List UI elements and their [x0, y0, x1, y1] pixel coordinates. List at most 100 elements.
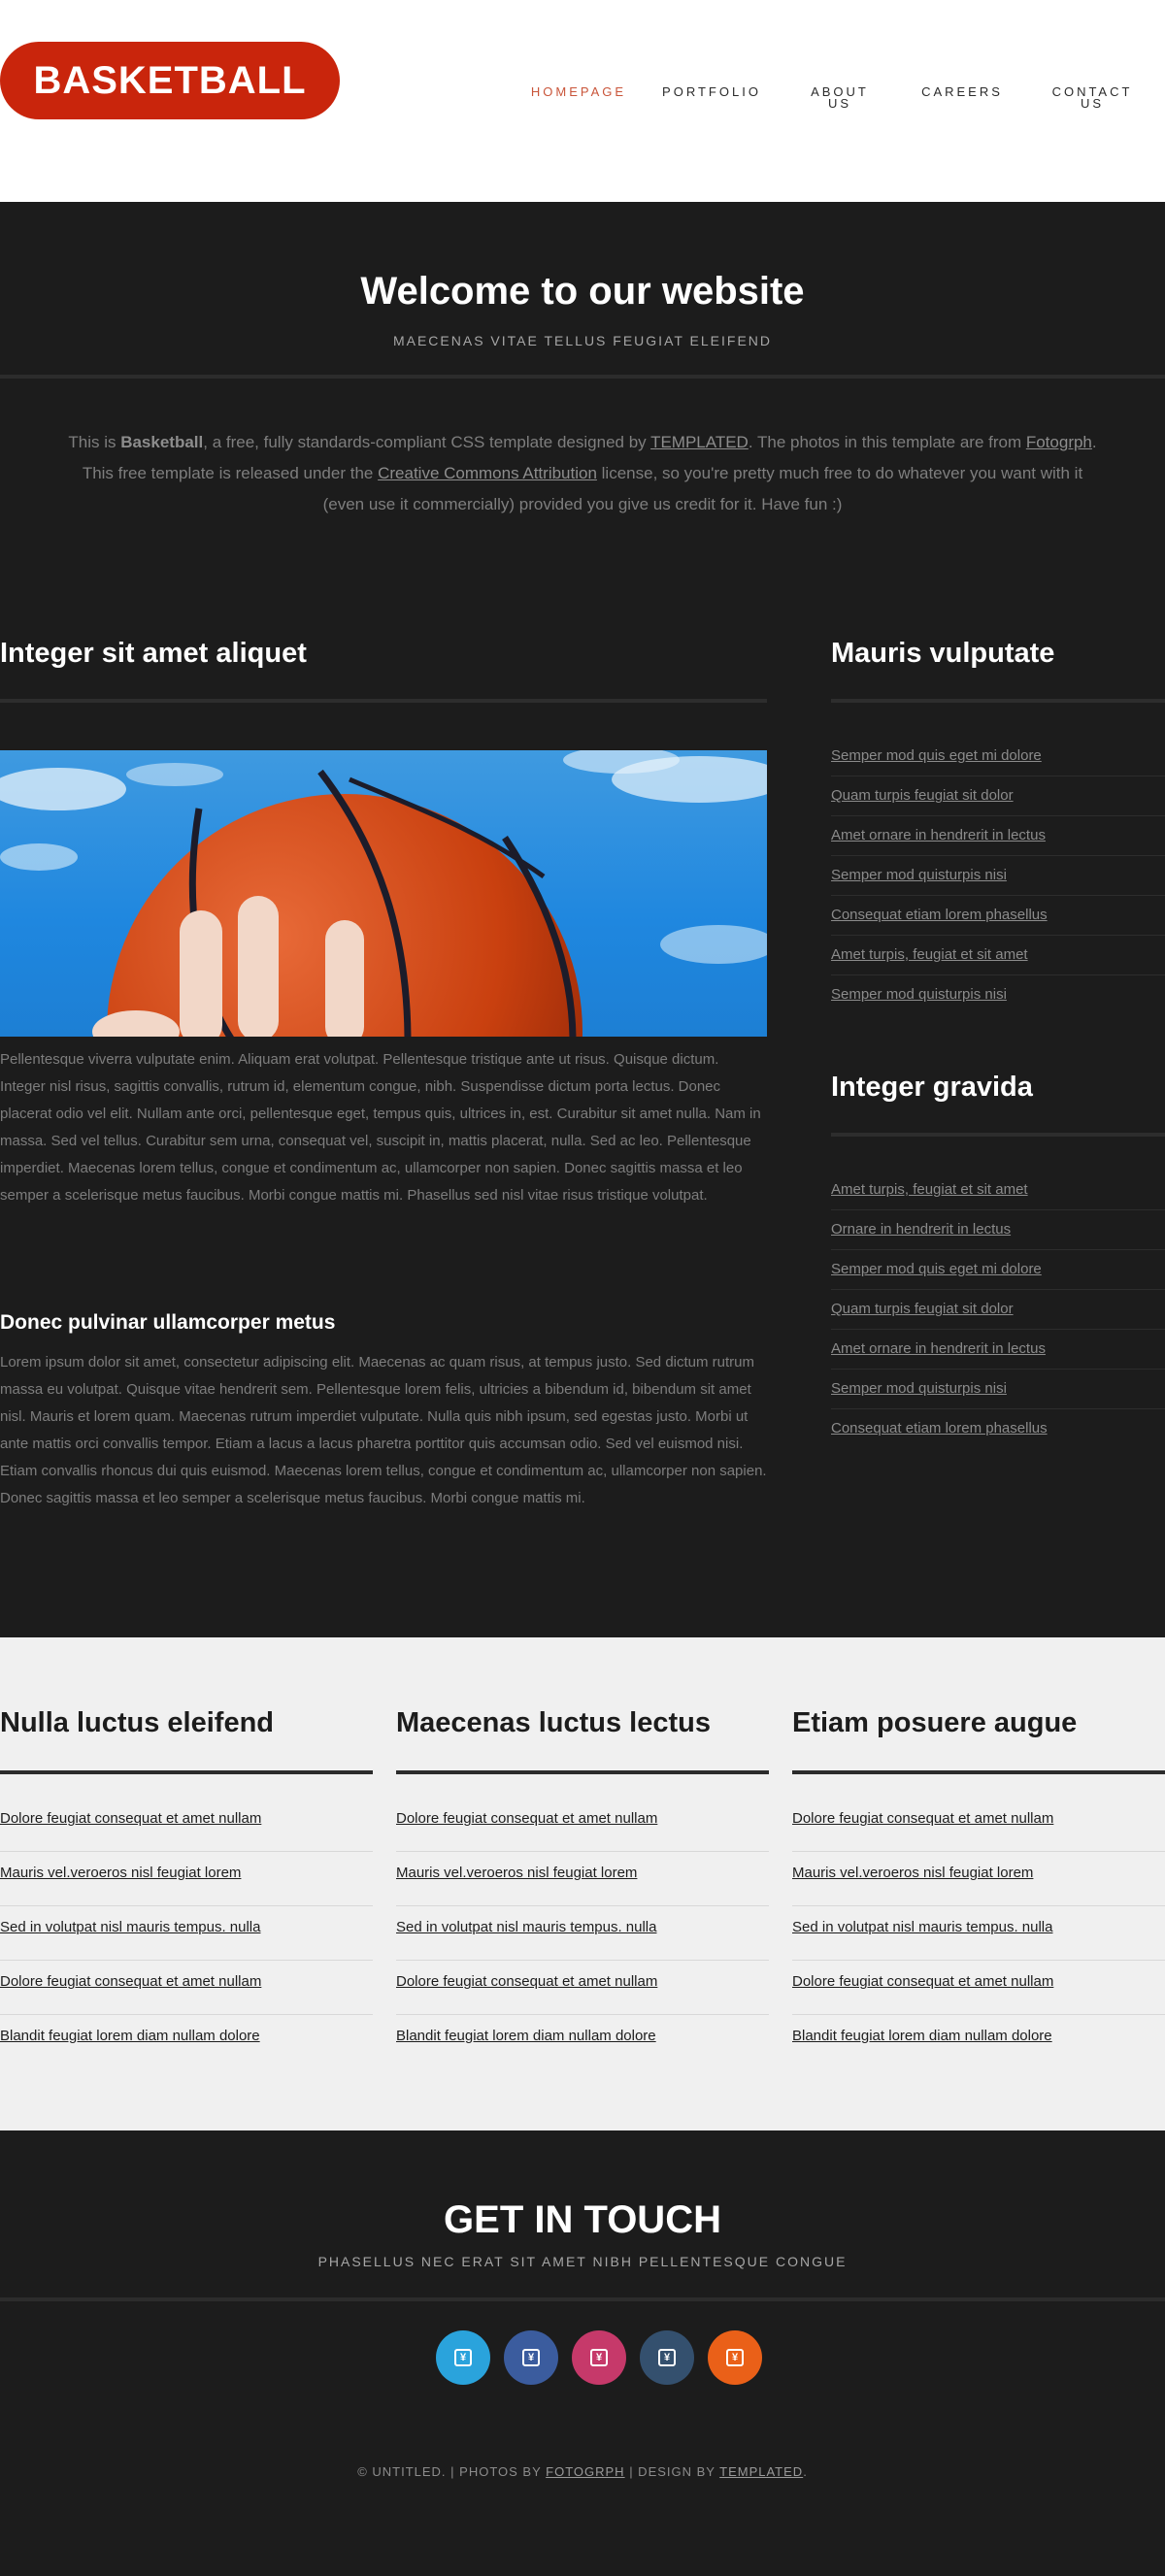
footer-link[interactable]: Mauris vel.veroeros nisl feugiat lorem [396, 1852, 769, 1895]
sidebar-link[interactable]: Semper mod quis eget mi dolore [831, 1250, 1165, 1289]
footer-link-list: Dolore feugiat consequat et amet nullam … [396, 1798, 769, 2068]
footer-link[interactable]: Dolore feugiat consequat et amet nullam [396, 1798, 769, 1840]
list-item: Amet ornare in hendrerit in lectus [831, 1330, 1165, 1370]
footer-link[interactable]: Blandit feugiat lorem diam nullam dolore [792, 2015, 1165, 2058]
site-header: BASKETBALL HOMEPAGE PORTFOLIO ABOUT US C… [0, 0, 1165, 202]
fotogrph-credit-link[interactable]: FOTOGRPH [546, 2464, 624, 2479]
tumblr-icon[interactable]: ¥ [640, 2330, 694, 2385]
list-item: Sed in volutpat nisl mauris tempus. null… [396, 1906, 769, 1961]
footer-list-title: Etiam posuere augue [792, 1707, 1078, 1738]
nav-careers[interactable]: CAREERS [919, 85, 1005, 98]
nav-about-us[interactable]: ABOUT US [806, 85, 874, 110]
sidebar-link[interactable]: Quam turpis feugiat sit dolor [831, 776, 1165, 815]
fotogrph-link[interactable]: Fotogrph [1026, 433, 1092, 451]
twitter-icon[interactable]: ¥ [436, 2330, 490, 2385]
footer-link[interactable]: Dolore feugiat consequat et amet nullam [396, 1961, 769, 2003]
sidebar-list-1: Semper mod quis eget mi dolore Quam turp… [831, 737, 1165, 1014]
sidebar-link[interactable]: Amet ornare in hendrerit in lectus [831, 1330, 1165, 1369]
list-item: Semper mod quisturpis nisi [831, 856, 1165, 896]
list-item: Consequat etiam lorem phasellus [831, 896, 1165, 936]
intro-title: Welcome to our website [360, 270, 805, 313]
templated-link[interactable]: TEMPLATED [650, 433, 749, 451]
intro-subtitle: MAECENAS VITAE TELLUS FEUGIAT ELEIFEND [392, 333, 773, 348]
footer-link-list: Dolore feugiat consequat et amet nullam … [0, 1798, 373, 2068]
list-item: Dolore feugiat consequat et amet nullam [0, 1961, 373, 2015]
footer-link[interactable]: Sed in volutpat nisl mauris tempus. null… [0, 1906, 373, 1949]
list-item: Semper mod quisturpis nisi [831, 975, 1165, 1014]
list-item: Dolore feugiat consequat et amet nullam [792, 1798, 1165, 1852]
footer-link[interactable]: Dolore feugiat consequat et amet nullam [792, 1961, 1165, 2003]
list-item: Mauris vel.veroeros nisl feugiat lorem [0, 1852, 373, 1906]
nav-homepage[interactable]: HOMEPAGE [530, 85, 627, 98]
sidebar-link[interactable]: Semper mod quisturpis nisi [831, 856, 1165, 895]
list-item: Semper mod quis eget mi dolore [831, 1250, 1165, 1290]
sidebar-link[interactable]: Semper mod quisturpis nisi [831, 1370, 1165, 1408]
footer-link-list: Dolore feugiat consequat et amet nullam … [792, 1798, 1165, 2068]
sidebar-list-2: Amet turpis, feugiat et sit amet Ornare … [831, 1171, 1165, 1448]
footer-link[interactable]: Sed in volutpat nisl mauris tempus. null… [396, 1906, 769, 1949]
nav-portfolio[interactable]: PORTFOLIO [661, 85, 762, 98]
list-item: Dolore feugiat consequat et amet nullam [792, 1961, 1165, 2015]
content-divider [0, 699, 767, 703]
license-link[interactable]: Creative Commons Attribution [378, 464, 597, 482]
sidebar-link[interactable]: Amet turpis, feugiat et sit amet [831, 936, 1165, 974]
list-item: Mauris vel.veroeros nisl feugiat lorem [792, 1852, 1165, 1906]
sidebar-link[interactable]: Quam turpis feugiat sit dolor [831, 1290, 1165, 1329]
basketball-image [0, 750, 767, 1037]
intro-section: Welcome to our website MAECENAS VITAE TE… [0, 202, 1165, 619]
list-item: Amet turpis, feugiat et sit amet [831, 1171, 1165, 1210]
main-content: Integer sit amet aliquet Pellentesque vi… [0, 619, 1165, 1637]
intro-divider [0, 375, 1165, 379]
sidebar-link[interactable]: Semper mod quis eget mi dolore [831, 737, 1165, 776]
footer-link[interactable]: Mauris vel.veroeros nisl feugiat lorem [792, 1852, 1165, 1895]
list-item: Ornare in hendrerit in lectus [831, 1210, 1165, 1250]
list-item: Blandit feugiat lorem diam nullam dolore [0, 2015, 373, 2068]
list-item: Quam turpis feugiat sit dolor [831, 1290, 1165, 1330]
list-item: Semper mod quisturpis nisi [831, 1370, 1165, 1409]
list-item: Dolore feugiat consequat et amet nullam [0, 1798, 373, 1852]
list-item: Blandit feugiat lorem diam nullam dolore [792, 2015, 1165, 2068]
site-logo[interactable]: BASKETBALL [0, 42, 340, 119]
sidebar-title-1: Mauris vulputate [831, 638, 1055, 669]
dribbble-icon[interactable]: ¥ [572, 2330, 626, 2385]
nav-contact-us[interactable]: CONTACT US [1048, 85, 1136, 110]
sidebar-divider-1 [831, 699, 1165, 703]
copyright: © UNTITLED. | PHOTOS BY FOTOGRPH | DESIG… [357, 2464, 808, 2479]
templated-credit-link[interactable]: TEMPLATED [719, 2464, 803, 2479]
footer-list-divider [0, 1770, 373, 1774]
list-item: Dolore feugiat consequat et amet nullam [396, 1961, 769, 2015]
footer-link[interactable]: Dolore feugiat consequat et amet nullam [792, 1798, 1165, 1840]
sidebar-link[interactable]: Ornare in hendrerit in lectus [831, 1210, 1165, 1249]
content-subheading: Donec pulvinar ullamcorper metus [0, 1311, 336, 1334]
brand-name: Basketball [120, 433, 204, 451]
list-item: Dolore feugiat consequat et amet nullam [396, 1798, 769, 1852]
content-title: Integer sit amet aliquet [0, 638, 307, 669]
footer-link[interactable]: Blandit feugiat lorem diam nullam dolore [0, 2015, 373, 2058]
sidebar-link[interactable]: Amet ornare in hendrerit in lectus [831, 816, 1165, 855]
contact-title: GET IN TOUCH [444, 2198, 721, 2241]
footer-list-title: Nulla luctus eleifend [0, 1707, 274, 1738]
list-item: Consequat etiam lorem phasellus [831, 1409, 1165, 1448]
sidebar-link[interactable]: Amet turpis, feugiat et sit amet [831, 1171, 1165, 1209]
footer-list-divider [396, 1770, 769, 1774]
footer-link[interactable]: Blandit feugiat lorem diam nullam dolore [396, 2015, 769, 2058]
footer-link[interactable]: Sed in volutpat nisl mauris tempus. null… [792, 1906, 1165, 1949]
footer-list-title: Maecenas luctus lectus [396, 1707, 711, 1738]
list-item: Amet ornare in hendrerit in lectus [831, 816, 1165, 856]
list-item: Amet turpis, feugiat et sit amet [831, 936, 1165, 975]
footer-link[interactable]: Dolore feugiat consequat et amet nullam [0, 1798, 373, 1840]
sidebar-link[interactable]: Semper mod quisturpis nisi [831, 975, 1165, 1014]
list-item: Semper mod quis eget mi dolore [831, 737, 1165, 776]
footer-link[interactable]: Mauris vel.veroeros nisl feugiat lorem [0, 1852, 373, 1895]
contact-subtitle: PHASELLUS NEC ERAT SIT AMET NIBH PELLENT… [317, 2254, 848, 2269]
rss-icon[interactable]: ¥ [708, 2330, 762, 2385]
sidebar-link[interactable]: Consequat etiam lorem phasellus [831, 1409, 1165, 1448]
list-item: Sed in volutpat nisl mauris tempus. null… [0, 1906, 373, 1961]
footer-list-divider [792, 1770, 1165, 1774]
sidebar-title-2: Integer gravida [831, 1072, 1033, 1103]
intro-description: This is Basketball, a free, fully standa… [68, 433, 1097, 513]
sidebar-link[interactable]: Consequat etiam lorem phasellus [831, 896, 1165, 935]
footer-link[interactable]: Dolore feugiat consequat et amet nullam [0, 1961, 373, 2003]
social-links: ¥ ¥ ¥ ¥ ¥ [436, 2330, 766, 2387]
facebook-icon[interactable]: ¥ [504, 2330, 558, 2385]
